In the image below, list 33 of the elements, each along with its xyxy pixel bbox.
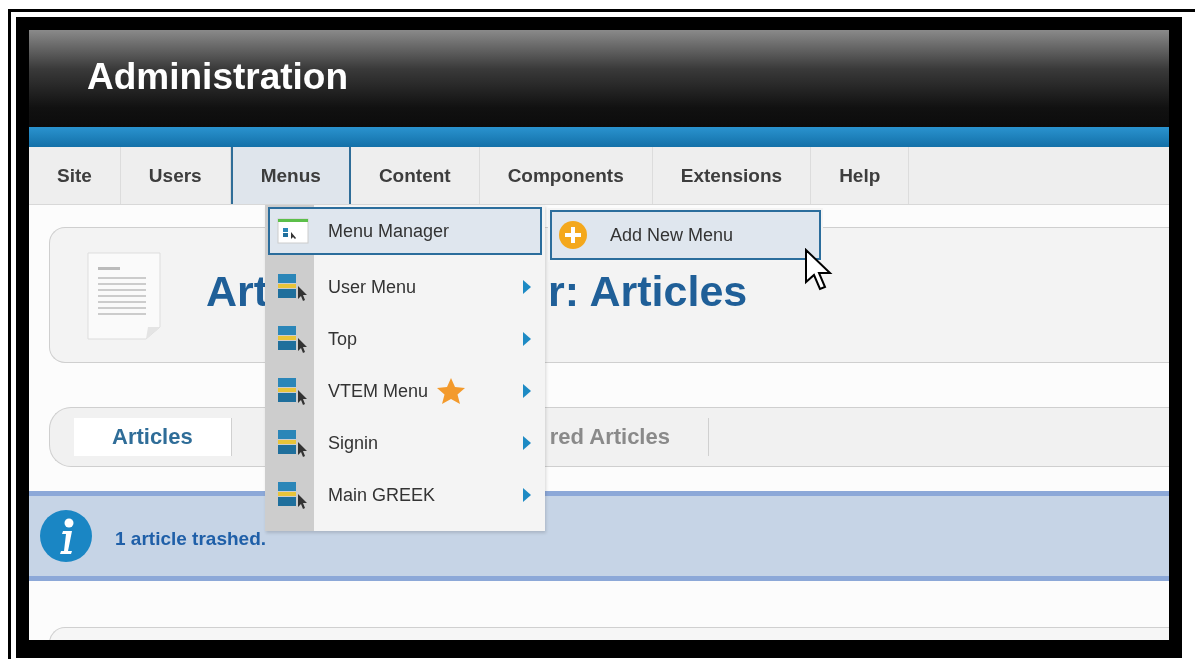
arrow-right-icon xyxy=(522,436,532,450)
star-icon xyxy=(436,377,467,405)
message-text: 1 article trashed. xyxy=(115,528,267,550)
menu-icon xyxy=(276,376,310,406)
nav-item[interactable]: Menus xyxy=(230,147,351,204)
arrow-right-icon xyxy=(522,332,532,346)
nav-item[interactable]: Components xyxy=(479,147,653,204)
info-icon xyxy=(39,509,93,563)
menu-item[interactable]: Main GREEK xyxy=(268,469,542,521)
page-title: Art xyxy=(206,266,269,316)
window-icon xyxy=(277,218,309,244)
menu-icon xyxy=(276,324,310,354)
menu-icon xyxy=(276,480,310,510)
arrow-right-icon xyxy=(522,488,532,502)
plus-circle-icon xyxy=(558,220,588,250)
menu-item[interactable]: VTEM Menu xyxy=(268,365,542,417)
menu-item[interactable]: Menu Manager xyxy=(268,207,542,255)
page-title: r: Articles xyxy=(548,266,748,316)
menu-item[interactable]: Top xyxy=(268,313,542,365)
tab[interactable]: Articles xyxy=(74,418,232,456)
nav-item[interactable]: Content xyxy=(350,147,480,204)
nav-item[interactable]: Extensions xyxy=(652,147,812,204)
arrow-right-icon xyxy=(522,384,532,398)
nav-item[interactable]: Users xyxy=(120,147,231,204)
menu-icon xyxy=(276,272,310,302)
menu-item[interactable]: User Menu xyxy=(268,261,542,313)
menu-icon xyxy=(276,428,310,458)
arrow-right-icon xyxy=(522,280,532,294)
menu-item[interactable]: Signin xyxy=(268,417,542,469)
header-title: Administration xyxy=(87,55,349,98)
menu-item[interactable]: Add New Menu xyxy=(550,210,821,260)
nav-item[interactable]: Help xyxy=(811,147,910,204)
nav-item[interactable]: Site xyxy=(29,147,121,204)
